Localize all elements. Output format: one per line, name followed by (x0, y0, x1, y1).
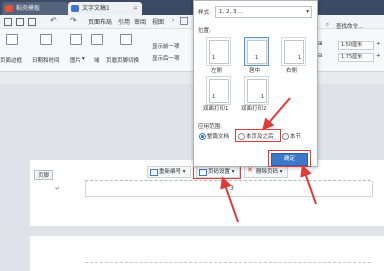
arrow-to-settings (220, 176, 239, 223)
annotation-arrows (220, 97, 317, 223)
arrow-to-ok (300, 164, 317, 205)
arrow-to-radio (262, 97, 291, 131)
